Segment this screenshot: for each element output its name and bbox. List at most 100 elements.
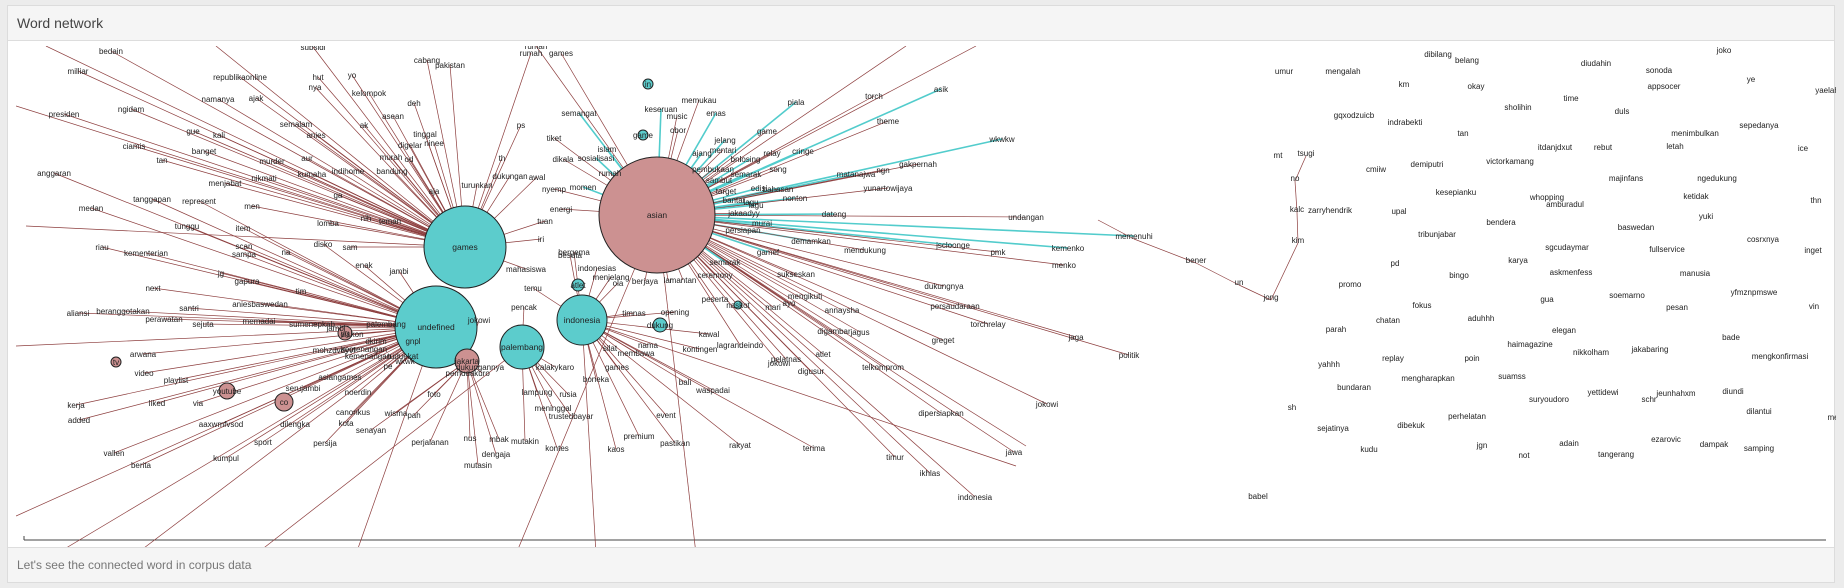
word-label: ga [334, 191, 343, 200]
word-label: milliar [68, 67, 89, 76]
word-label: kota [338, 419, 354, 428]
word-label: mbak [489, 435, 510, 444]
word-label: sh [1288, 403, 1296, 412]
word-label: memenuhi [1115, 232, 1153, 241]
word-label: persaudaraan [930, 302, 979, 311]
word-label: semalam [280, 120, 313, 129]
word-label: berita [131, 461, 152, 470]
word-label: mengharapkan [1401, 374, 1454, 383]
word-label: dipersiapkan [918, 409, 963, 418]
word-label: ajang [692, 149, 712, 158]
word-label: senayan [356, 426, 386, 435]
word-label: target [716, 187, 737, 196]
word-label: timnas [622, 309, 646, 318]
word-label: kemenko [1052, 244, 1085, 253]
word-label: presiden [49, 110, 80, 119]
node-label-palembang: palembang [501, 342, 543, 352]
word-label: perawatan [145, 315, 182, 324]
node-label-youtube: youtube [213, 387, 242, 396]
word-network-graph[interactable]: asian games undefined indonesia palemban… [16, 46, 1836, 554]
word-label: games [605, 363, 629, 372]
word-label: lar [664, 276, 673, 285]
word-label: nonton [783, 194, 807, 203]
word-label: ngn [876, 166, 889, 175]
word-label: sepedanya [1739, 121, 1779, 130]
word-label: event [656, 411, 676, 420]
word-label: kemenangan [341, 345, 387, 354]
word-label: boneka [583, 375, 610, 384]
word-label: ice [1798, 144, 1809, 153]
word-label: bingo [1449, 271, 1469, 280]
word-label: torch [865, 92, 883, 101]
word-label: undangan [1008, 213, 1044, 222]
word-label: bali [679, 378, 692, 387]
word-label: inget [1804, 246, 1822, 255]
word-label: enak [355, 261, 373, 270]
word-label: annaysha [825, 306, 860, 315]
word-label: murder [259, 157, 285, 166]
word-label: kontingen [683, 345, 718, 354]
word-label: jakaadyy [727, 209, 760, 218]
word-label: pe [384, 362, 393, 371]
word-label: rumah [525, 46, 548, 51]
word-label: pelatnas [771, 355, 801, 364]
word-label: sonoda [1646, 66, 1673, 75]
word-label: next [145, 284, 161, 293]
word-label: me [1827, 413, 1836, 422]
word-label: banget [192, 147, 217, 156]
word-label: th [499, 154, 506, 163]
word-label: rebut [1594, 143, 1613, 152]
word-label: indonesias [578, 264, 616, 273]
word-label: riau [95, 243, 108, 252]
word-label: membawa [618, 349, 655, 358]
word-label: dikala [553, 155, 574, 164]
word-label: noerdin [345, 388, 372, 397]
word-label: sampa [232, 250, 257, 259]
word-label: indrabekti [1388, 118, 1423, 127]
word-label: silat [603, 344, 618, 353]
word-label: mutasin [464, 461, 492, 470]
word-label: ajak [249, 94, 265, 103]
word-label: diudahin [1581, 59, 1611, 68]
word-label: karya [1508, 256, 1528, 265]
word-label: mendukung [844, 246, 886, 255]
word-label: ye [1747, 75, 1756, 84]
word-label: persiapan [725, 226, 760, 235]
word-label: yaelah [1815, 86, 1836, 95]
word-label: via [193, 399, 204, 408]
word-label: lampung [522, 388, 553, 397]
word-label: hut [312, 73, 324, 82]
word-label: sejatinya [1317, 424, 1349, 433]
word-label: perhelatan [1448, 412, 1486, 421]
word-label: added [68, 416, 90, 425]
word-label: dibilang [1424, 50, 1452, 59]
word-label: kudu [1360, 445, 1377, 454]
word-label: torchrelay [970, 320, 1005, 329]
word-label: sosialisasi [578, 154, 615, 163]
word-label: men [244, 202, 260, 211]
word-label: aliansi [67, 309, 90, 318]
word-label: tsugi [1298, 149, 1315, 158]
word-label: babel [1248, 492, 1268, 501]
word-label: gakpernah [899, 160, 937, 169]
word-label: aur [301, 154, 313, 163]
word-label: mengkonfirmasi [1752, 352, 1809, 361]
word-label: turunkan [461, 181, 492, 190]
word-label: mari [765, 303, 781, 312]
word-label: rakyat [729, 441, 752, 450]
word-label: awal [529, 173, 546, 182]
node-label-indonesia: indonesia [564, 315, 601, 325]
word-label: video [134, 369, 154, 378]
node-label-undefined: undefined [417, 322, 455, 332]
node-label-dukung: dukung [647, 321, 673, 330]
word-label: mt [1274, 151, 1284, 160]
word-label: adain [1559, 439, 1579, 448]
word-label: okay [1468, 82, 1485, 91]
word-label: tribunjabar [1418, 230, 1456, 239]
word-label: kalc [1290, 205, 1304, 214]
panel-title: Word network [17, 15, 104, 31]
word-label: mahasiswa [506, 265, 547, 274]
word-label: digelar [398, 141, 422, 150]
word-label: poin [1464, 354, 1479, 363]
word-label: no [1291, 174, 1300, 183]
